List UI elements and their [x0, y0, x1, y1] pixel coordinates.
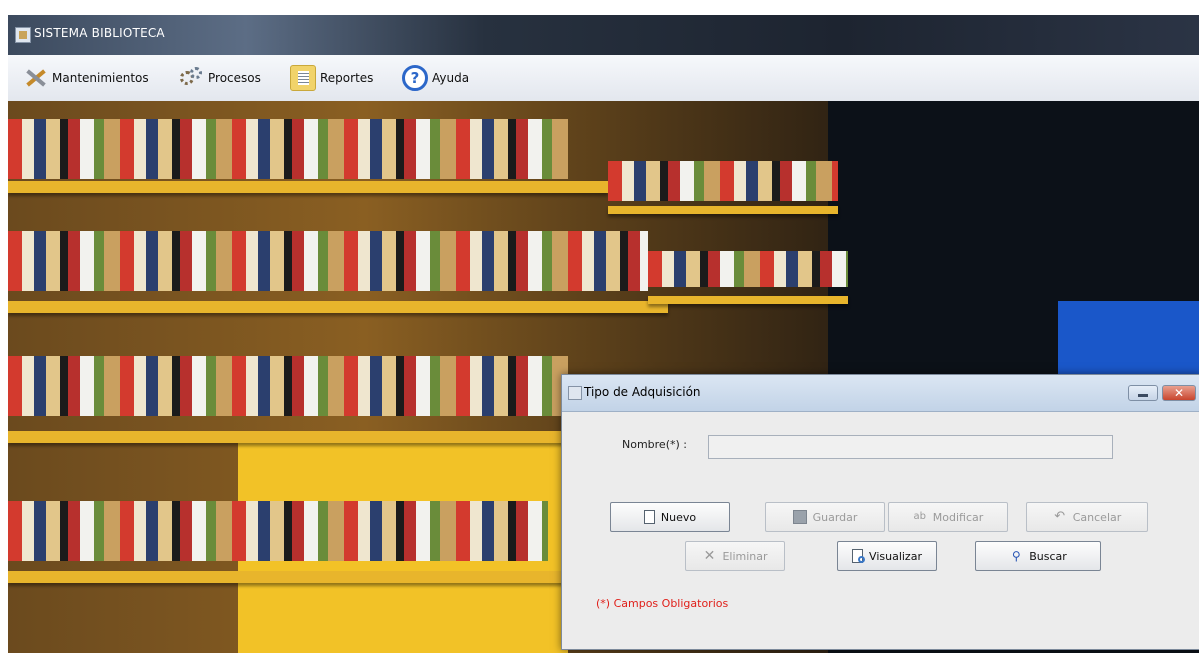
book-row — [8, 356, 568, 416]
shelf-board — [8, 181, 608, 193]
tools-icon — [22, 65, 48, 91]
title-bar[interactable]: SISTEMA BIBLIOTECA — [8, 15, 1199, 55]
book-row — [608, 161, 838, 201]
required-fields-note: (*) Campos Obligatorios — [596, 597, 729, 610]
cancelar-button[interactable]: ↶ Cancelar — [1026, 502, 1148, 532]
cancelar-label: Cancelar — [1072, 510, 1122, 524]
book-row — [8, 231, 648, 291]
dialog-title-bar[interactable]: Tipo de Adquisición ✕ — [562, 375, 1199, 412]
scene-blue-lights — [1058, 301, 1199, 381]
book-row — [8, 119, 568, 179]
menu-label: Mantenimientos — [52, 71, 149, 85]
book-row — [648, 251, 848, 287]
nombre-input[interactable] — [708, 435, 1113, 459]
menu-ayuda[interactable]: ? Ayuda — [402, 55, 469, 101]
buscar-label: Buscar — [1029, 549, 1067, 563]
save-icon — [792, 510, 807, 524]
guardar-label: Guardar — [812, 510, 858, 524]
buscar-button[interactable]: ⚲ Buscar — [975, 541, 1101, 571]
visualizar-label: Visualizar — [869, 549, 922, 563]
gears-icon — [178, 65, 204, 91]
nombre-label: Nombre(*) : — [622, 438, 687, 451]
shelf-board — [8, 301, 668, 313]
tipo-adquisicion-dialog: Tipo de Adquisición ✕ Nombre(*) : Nuevo … — [561, 374, 1199, 650]
modificar-label: Modificar — [932, 510, 984, 524]
delete-icon: ✕ — [703, 548, 716, 564]
book-row — [8, 501, 548, 561]
undo-icon: ↶ — [1054, 509, 1066, 524]
app-icon — [15, 27, 31, 43]
nuevo-label: Nuevo — [660, 510, 697, 524]
menu-label: Procesos — [208, 71, 261, 85]
menu-bar: Mantenimientos Procesos Reportes ? Ayuda — [8, 55, 1199, 102]
binoculars-icon: ⚲ — [1011, 549, 1021, 563]
eliminar-button[interactable]: ✕ Eliminar — [685, 541, 785, 571]
help-icon: ? — [402, 65, 428, 91]
menu-label: Ayuda — [432, 71, 470, 85]
minimize-button[interactable] — [1128, 385, 1158, 401]
guardar-button[interactable]: Guardar — [765, 502, 885, 532]
report-icon — [290, 65, 316, 91]
shelf-board — [648, 296, 848, 304]
shelf-board — [608, 206, 838, 214]
nuevo-button[interactable]: Nuevo — [610, 502, 730, 532]
shelf-board — [8, 431, 568, 443]
close-button[interactable]: ✕ — [1162, 385, 1196, 401]
window-title: SISTEMA BIBLIOTECA — [34, 26, 165, 40]
menu-mantenimientos[interactable]: Mantenimientos — [22, 55, 149, 101]
dialog-title: Tipo de Adquisición — [584, 385, 701, 399]
modificar-button[interactable]: ab Modificar — [888, 502, 1008, 532]
view-icon — [852, 549, 866, 563]
modify-icon: ab — [913, 511, 926, 522]
menu-label: Reportes — [320, 71, 374, 85]
visualizar-button[interactable]: Visualizar — [837, 541, 937, 571]
menu-procesos[interactable]: Procesos — [178, 55, 261, 101]
menu-reportes[interactable]: Reportes — [290, 55, 373, 101]
shelf-board — [8, 571, 568, 583]
eliminar-label: Eliminar — [722, 549, 768, 563]
dialog-app-icon — [568, 386, 582, 400]
new-document-icon — [643, 510, 655, 524]
